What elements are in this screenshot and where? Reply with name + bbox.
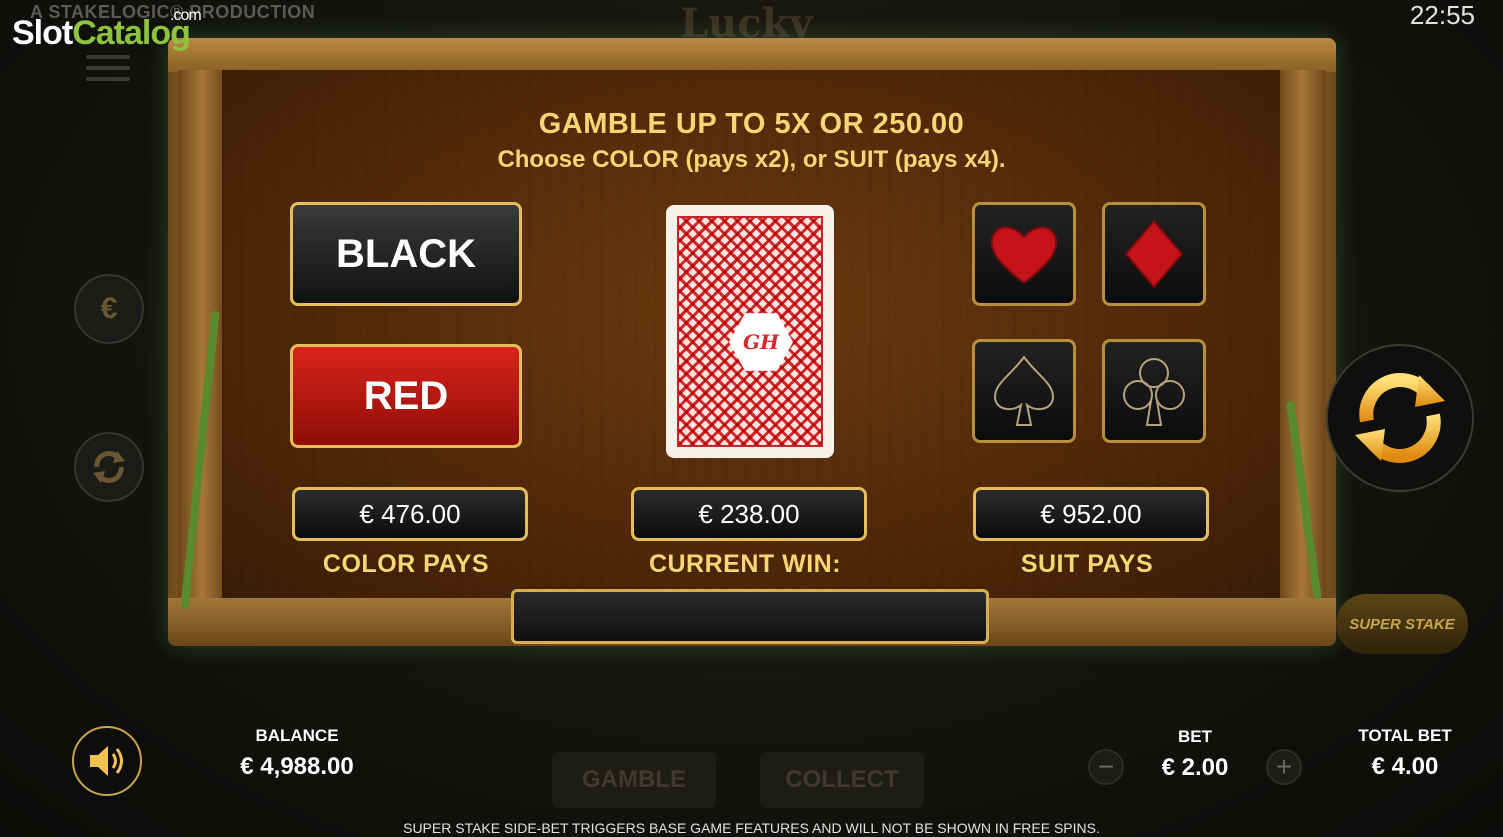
black-button[interactable]: BLACK [290, 202, 522, 306]
red-button[interactable]: RED [290, 344, 522, 448]
spin-button[interactable] [1326, 344, 1474, 492]
suit-pays-value: € 952.00 [973, 487, 1209, 541]
heart-suit-button[interactable] [972, 202, 1076, 306]
current-win-label: CURRENT WIN: [648, 550, 842, 578]
club-suit-button[interactable] [1102, 339, 1206, 443]
gamble-instructions: Choose COLOR (pays x2), or SUIT (pays x4… [497, 146, 1006, 173]
euro-gear-icon: € [100, 292, 118, 325]
super-stake-button[interactable]: SUPER STAKE [1336, 594, 1468, 654]
clock: 22:55 [1409, 0, 1475, 30]
sound-button[interactable] [72, 726, 142, 796]
spade-suit-button[interactable] [972, 339, 1076, 443]
footer-disclaimer: SUPER STAKE SIDE-BET TRIGGERS BASE GAME … [403, 820, 1100, 836]
balance-value: € 4,988.00 [240, 753, 354, 780]
bet-settings-button[interactable]: € [74, 274, 144, 344]
color-pays-label: COLOR PAYS [322, 550, 490, 578]
card-back-pattern: GH [677, 216, 823, 447]
heart-icon [990, 226, 1058, 285]
message-bar [511, 589, 989, 644]
minus-icon: − [1097, 751, 1115, 782]
bet-value: € 2.00 [1161, 754, 1229, 781]
card-logo: GH [729, 313, 793, 371]
balance-label: BALANCE [255, 726, 339, 745]
color-pays-value: € 476.00 [292, 487, 528, 541]
face-down-card: GH [666, 205, 834, 458]
bet-increase-button[interactable]: + [1266, 749, 1302, 785]
current-win-value: € 238.00 [631, 487, 867, 541]
bet-decrease-button[interactable]: − [1088, 749, 1124, 785]
diamond-suit-button[interactable] [1102, 202, 1206, 306]
speaker-icon [90, 746, 123, 776]
super-stake-label: SUPER STAKE [1349, 615, 1455, 633]
total-bet-value: € 4.00 [1371, 753, 1439, 780]
plus-icon: + [1275, 751, 1293, 782]
club-icon [1123, 358, 1185, 426]
total-bet-label: TOTAL BET [1358, 726, 1452, 745]
gamble-button[interactable]: GAMBLE [552, 752, 716, 808]
spade-icon [993, 355, 1055, 426]
frame-top-beam [168, 38, 1336, 72]
suit-pays-label: SUIT PAYS [1020, 550, 1154, 578]
collect-button[interactable]: COLLECT [760, 752, 924, 808]
spin-arrows-icon [1355, 373, 1445, 463]
diamond-icon [1124, 219, 1184, 289]
bet-label: BET [1178, 727, 1212, 746]
gamble-title: GAMBLE UP TO 5X OR 250.00 [538, 108, 965, 140]
autoplay-button[interactable] [74, 432, 144, 502]
menu-icon[interactable] [86, 48, 130, 88]
autoplay-icon [93, 451, 125, 483]
